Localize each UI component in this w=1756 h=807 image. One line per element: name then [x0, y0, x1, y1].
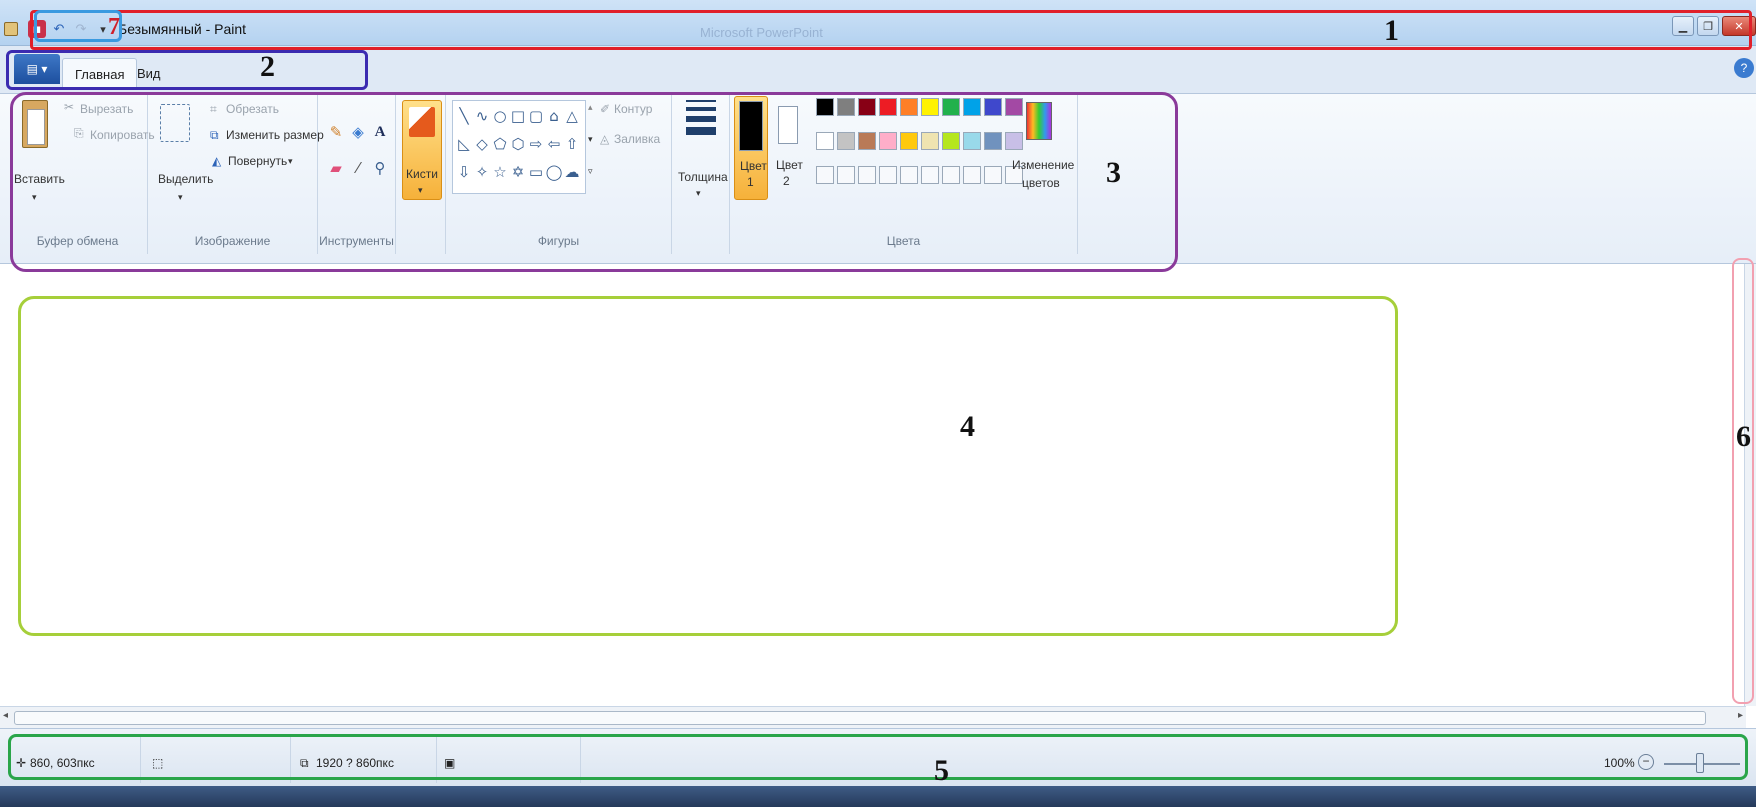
- annotation-ribbon-frame: [10, 92, 1178, 272]
- annotation-canvas-frame: [18, 296, 1398, 636]
- scroll-right-icon[interactable]: ▸: [1738, 710, 1743, 721]
- annotation-label-3: 3: [1106, 156, 1121, 189]
- taskbar: [0, 786, 1756, 807]
- horizontal-scroll-thumb[interactable]: [14, 711, 1706, 725]
- annotation-label-1: 1: [1384, 14, 1399, 47]
- annotation-label-4: 4: [960, 410, 975, 443]
- annotation-tabs-frame: [6, 50, 368, 90]
- annotation-label-6: 6: [1736, 420, 1751, 453]
- scroll-left-icon[interactable]: ◂: [3, 710, 8, 721]
- annotation-scrollbar-frame: [1732, 258, 1754, 704]
- paint-window: ▪ ↶ ↷ ▾ Безымянный - Paint Microsoft Pow…: [0, 0, 1756, 807]
- annotation-title-bar-frame: [30, 10, 1752, 50]
- annotation-label-2: 2: [260, 50, 275, 83]
- help-icon[interactable]: ?: [1734, 58, 1754, 78]
- annotation-label-5: 5: [934, 754, 949, 787]
- horizontal-scrollbar[interactable]: ◂ ▸: [0, 706, 1746, 728]
- annotation-status-frame: [8, 734, 1748, 780]
- paint-app-icon[interactable]: [4, 22, 18, 36]
- annotation-label-7: 7: [108, 14, 120, 40]
